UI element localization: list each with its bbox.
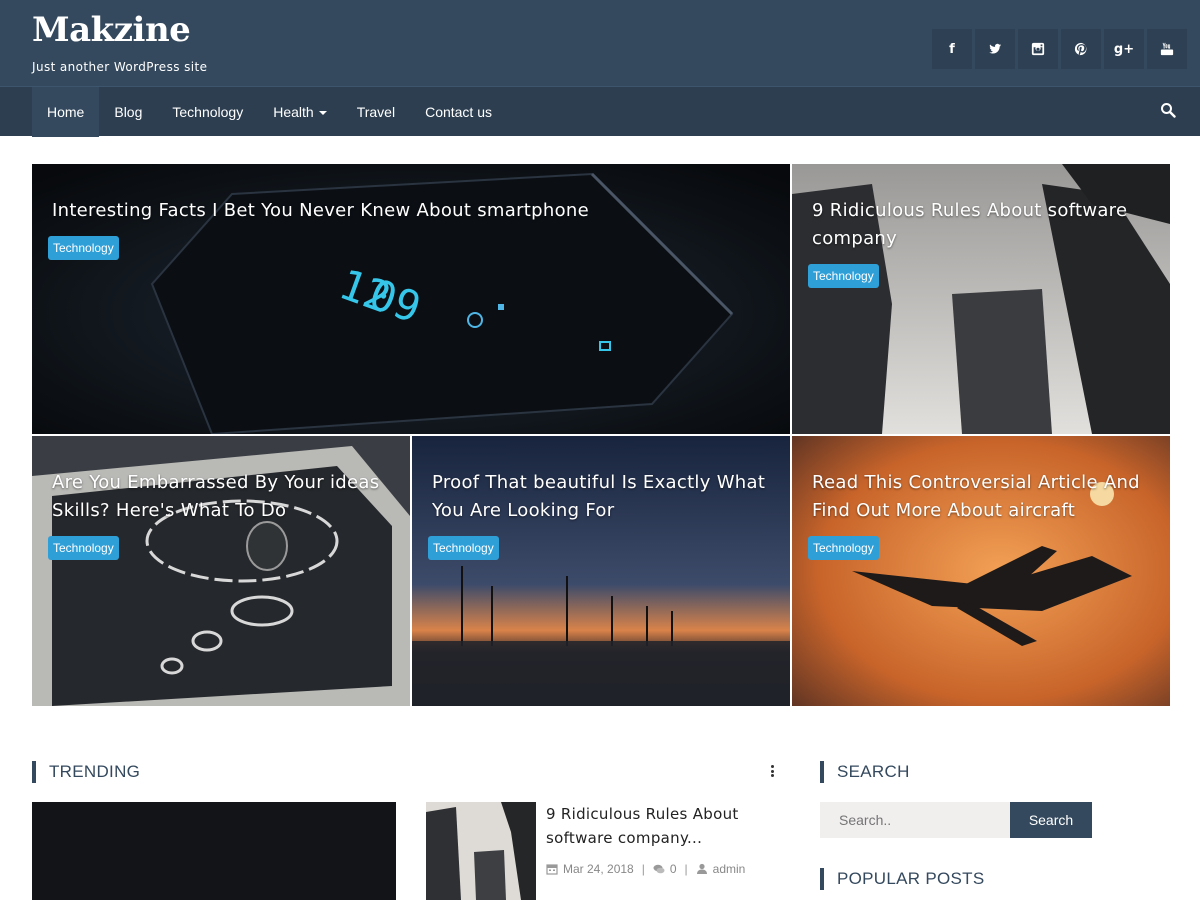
pinterest-icon[interactable] (1061, 29, 1101, 69)
category-badge[interactable]: Technology (428, 536, 499, 560)
nav-item-technology[interactable]: Technology (157, 87, 258, 137)
main-navigation: Home Blog Technology Health Travel Conta… (0, 86, 1200, 137)
trending-post-title[interactable]: 9 Ridiculous Rules About software compan… (546, 802, 786, 850)
trending-featured-image[interactable] (32, 802, 396, 900)
site-title[interactable]: Makzine (32, 10, 191, 50)
nav-item-home[interactable]: Home (32, 87, 100, 137)
featured-post-title[interactable]: Read This Controversial Article And Find… (812, 469, 1162, 525)
youtube-icon[interactable] (1147, 29, 1187, 69)
caret-down-icon (318, 111, 327, 115)
search-heading: SEARCH (820, 761, 910, 783)
site-header: Makzine Just another WordPress site f g+ (0, 0, 1200, 86)
social-links: f g+ (929, 29, 1187, 69)
featured-post-title[interactable]: Interesting Facts I Bet You Never Knew A… (52, 197, 782, 225)
post-meta: Mar 24, 2018 | 0 | admin (546, 862, 745, 876)
post-author[interactable]: admin (713, 862, 746, 876)
trending-heading: TRENDING (32, 761, 140, 783)
post-date: Mar 24, 2018 (563, 862, 634, 876)
featured-post-1[interactable]: 12 09 Interesting Facts I Bet You Never … (32, 164, 790, 434)
featured-post-title[interactable]: 9 Ridiculous Rules About software compan… (812, 197, 1162, 253)
featured-post-3[interactable]: Are You Embarrassed By Your ideas Skills… (32, 436, 410, 706)
featured-post-5[interactable]: Read This Controversial Article And Find… (792, 436, 1170, 706)
user-icon (696, 863, 707, 874)
category-badge[interactable]: Technology (808, 264, 879, 288)
meta-separator: | (684, 862, 688, 876)
nav-item-label: Health (273, 104, 314, 120)
featured-post-title[interactable]: Proof That beautiful Is Exactly What You… (432, 469, 782, 525)
facebook-icon[interactable]: f (932, 29, 972, 69)
nav-item-health[interactable]: Health (258, 87, 341, 137)
trending-post-thumbnail[interactable] (426, 802, 536, 900)
instagram-icon[interactable] (1018, 29, 1058, 69)
nav-item-label: Contact us (425, 104, 493, 120)
nav-item-blog[interactable]: Blog (99, 87, 157, 137)
nav-item-label: Technology (172, 104, 244, 120)
comment-count[interactable]: 0 (670, 862, 677, 876)
more-options-icon[interactable] (771, 765, 777, 779)
google-plus-icon[interactable]: g+ (1104, 29, 1144, 69)
nav-item-travel[interactable]: Travel (342, 87, 410, 137)
skyscrapers-thumbnail-image (426, 802, 536, 900)
search-button[interactable]: Search (1010, 802, 1092, 838)
calendar-icon (546, 864, 558, 875)
comments-icon (653, 864, 665, 874)
category-badge[interactable]: Technology (48, 236, 119, 260)
meta-separator: | (641, 862, 645, 876)
category-badge[interactable]: Technology (48, 536, 119, 560)
site-tagline: Just another WordPress site (32, 60, 208, 74)
featured-post-4[interactable]: Proof That beautiful Is Exactly What You… (412, 436, 790, 706)
nav-item-contact[interactable]: Contact us (410, 87, 507, 137)
category-badge[interactable]: Technology (808, 536, 879, 560)
search-input[interactable] (820, 802, 1010, 838)
nav-item-label: Blog (114, 104, 143, 120)
popular-posts-heading: POPULAR POSTS (820, 868, 985, 890)
nav-item-label: Travel (356, 104, 396, 120)
search-icon[interactable] (1160, 102, 1178, 120)
twitter-icon[interactable] (975, 29, 1015, 69)
featured-post-2[interactable]: 9 Ridiculous Rules About software compan… (792, 164, 1170, 434)
featured-post-title[interactable]: Are You Embarrassed By Your ideas Skills… (52, 469, 402, 525)
nav-item-label: Home (47, 104, 85, 120)
